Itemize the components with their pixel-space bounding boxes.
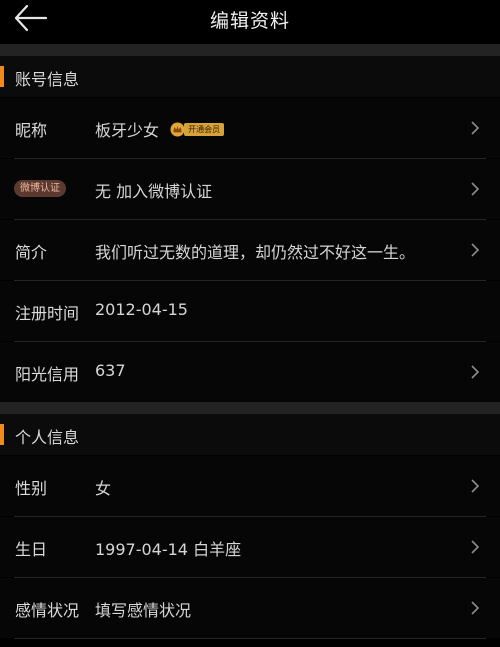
- row-intro[interactable]: 简介 我们听过无数的道理，却仍然过不好这一生。: [0, 220, 500, 280]
- chevron-right-icon: [471, 182, 480, 196]
- section-accent-bar: [0, 424, 4, 445]
- row-register-time: 注册时间 2012-04-15: [0, 281, 500, 341]
- sunshine-credit-value: 637: [95, 361, 126, 380]
- row-birthday[interactable]: 生日 1997-04-14 白羊座: [0, 517, 500, 577]
- row-relationship[interactable]: 感情状况 填写感情状况: [0, 578, 500, 638]
- section-gap: [0, 44, 500, 56]
- section-gap: [0, 402, 500, 414]
- relationship-value: 填写感情状况: [95, 601, 192, 620]
- chevron-right-icon: [471, 601, 480, 615]
- chevron-right-icon: [471, 365, 480, 379]
- page-title: 编辑资料: [209, 10, 290, 32]
- nickname-value: 板牙少女: [95, 121, 160, 140]
- register-time-value: 2012-04-15: [95, 300, 188, 319]
- birthday-value: 1997-04-14 白羊座: [95, 540, 242, 559]
- intro-value: 我们听过无数的道理，却仍然过不好这一生。: [95, 243, 416, 262]
- row-sunshine-credit[interactable]: 阳光信用 637: [0, 342, 500, 402]
- row-label: 简介: [15, 243, 48, 262]
- row-divider: [14, 638, 486, 639]
- row-label: 性别: [15, 479, 48, 498]
- chevron-right-icon: [471, 479, 480, 493]
- row-label: 注册时间: [15, 304, 80, 323]
- top-bar: 编辑资料: [0, 0, 500, 44]
- row-label: 阳光信用: [15, 365, 80, 384]
- row-label: 感情状况: [15, 601, 80, 620]
- edit-profile-screen: 编辑资料 账号信息 昵称 板牙少女 开通会员 微博认证 无 加入微博认证 简介 …: [0, 0, 500, 647]
- row-gender[interactable]: 性别 女: [0, 456, 500, 516]
- section-title: 个人信息: [15, 428, 80, 447]
- vip-badge-group[interactable]: 开通会员: [170, 122, 225, 137]
- nickname-value-group: 板牙少女 开通会员: [95, 117, 225, 141]
- row-nickname[interactable]: 昵称 板牙少女 开通会员: [0, 98, 500, 158]
- weibo-verify-badge: 微博认证: [14, 180, 66, 197]
- chevron-right-icon: [471, 121, 480, 135]
- section-header-account: 账号信息: [0, 56, 500, 97]
- crown-icon: [170, 122, 185, 137]
- chevron-right-icon: [471, 243, 480, 257]
- weibo-verify-value: 无 加入微博认证: [95, 182, 213, 201]
- gender-value: 女: [95, 479, 112, 498]
- vip-badge-label: 开通会员: [184, 123, 225, 136]
- section-title: 账号信息: [15, 70, 80, 89]
- chevron-right-icon: [471, 540, 480, 554]
- row-weibo-verify[interactable]: 微博认证 无 加入微博认证: [0, 159, 500, 219]
- row-label: 昵称: [15, 121, 48, 140]
- section-header-personal: 个人信息: [0, 414, 500, 455]
- row-label: 生日: [15, 540, 48, 559]
- section-accent-bar: [0, 66, 4, 87]
